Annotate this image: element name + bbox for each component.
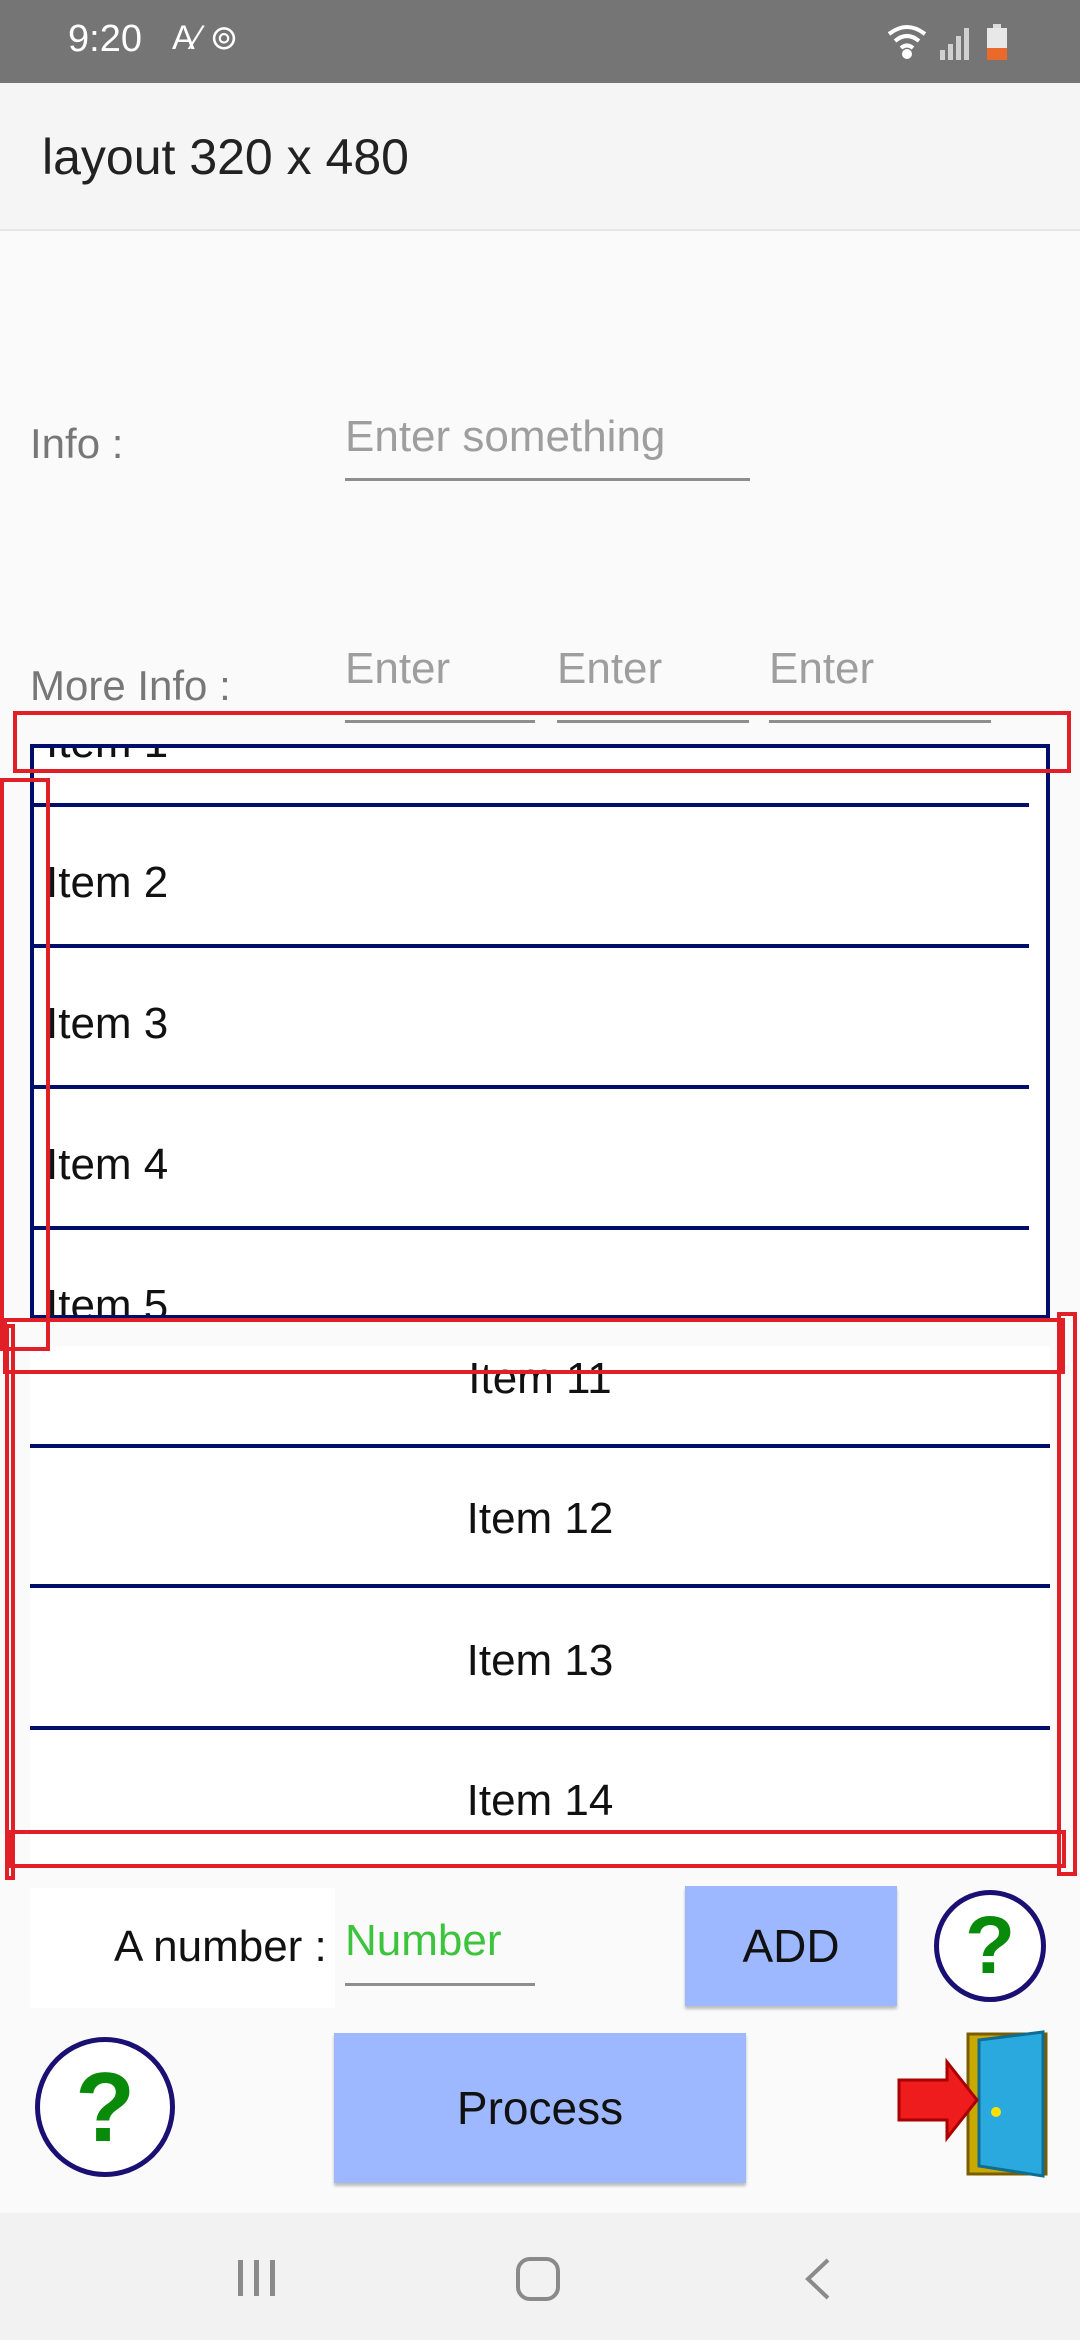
status-time: 9:20 (68, 18, 142, 60)
list-item[interactable]: Item 5 (46, 1281, 168, 1315)
highlight-box (3, 1318, 1065, 1374)
list-view-2[interactable]: Item 11 Item 12 Item 13 Item 14 (30, 1346, 1050, 1866)
list-divider (34, 1226, 1029, 1230)
home-icon[interactable] (515, 2256, 561, 2302)
list-item[interactable]: Item 2 (46, 858, 168, 908)
process-button[interactable]: Process (334, 2033, 746, 2183)
list-item[interactable]: Item 12 (30, 1494, 1050, 1544)
battery-icon (987, 24, 1007, 60)
more-info-label: More Info : (30, 662, 231, 709)
status-notification-icons: A⁄ ⊚ (172, 19, 239, 57)
list-divider (34, 803, 1029, 807)
more-info-input-3[interactable]: Enter (769, 644, 991, 720)
list-divider (34, 1085, 1029, 1089)
list-divider (30, 1444, 1050, 1448)
highlight-box (13, 711, 1071, 773)
number-placeholder: Number (345, 1916, 502, 1965)
more-info-input-1[interactable]: Enter (345, 644, 535, 720)
highlight-box (0, 778, 50, 1351)
more-info-placeholder-3: Enter (769, 644, 875, 693)
signal-icon (940, 28, 969, 60)
status-system-icons (887, 24, 1007, 60)
highlight-box (1057, 1312, 1077, 1876)
info-placeholder: Enter something (345, 412, 666, 461)
info-label: Info : (30, 420, 124, 467)
add-button-label: ADD (742, 1920, 840, 1972)
highlight-box (5, 1324, 15, 1880)
wifi-icon (887, 25, 927, 59)
list-divider (30, 1726, 1050, 1730)
number-label: A number : (114, 1922, 327, 1971)
list-divider (34, 944, 1029, 948)
exit-door-icon[interactable] (895, 2030, 1055, 2180)
list-item[interactable]: Item 13 (30, 1636, 1050, 1686)
page-title: layout 320 x 480 (42, 129, 409, 185)
help-icon-glyph: ? (75, 2051, 135, 2162)
list-divider (30, 1584, 1050, 1588)
highlight-box (8, 1830, 1066, 1868)
recent-apps-icon[interactable] (235, 2256, 279, 2300)
number-input[interactable]: Number (345, 1916, 535, 1988)
help-icon[interactable]: ? (934, 1890, 1046, 2002)
help-icon-glyph: ? (964, 1900, 1016, 1991)
list-view-1[interactable]: Item 1 Item 2 Item 3 Item 4 Item 5 (30, 744, 1050, 1319)
info-input[interactable]: Enter something (345, 412, 750, 484)
info-input-underline (345, 478, 750, 481)
add-button[interactable]: ADD (685, 1886, 897, 2006)
back-icon[interactable] (800, 2256, 836, 2302)
number-input-underline (345, 1983, 535, 1986)
list-item[interactable]: Item 14 (30, 1776, 1050, 1826)
help-icon[interactable]: ? (35, 2037, 175, 2177)
more-info-input-2[interactable]: Enter (557, 644, 749, 720)
list-item[interactable]: Item 3 (46, 999, 168, 1049)
list-item[interactable]: Item 4 (46, 1140, 168, 1190)
more-info-placeholder-2: Enter (557, 644, 663, 693)
more-info-placeholder-1: Enter (345, 644, 451, 693)
process-button-label: Process (456, 2082, 624, 2134)
